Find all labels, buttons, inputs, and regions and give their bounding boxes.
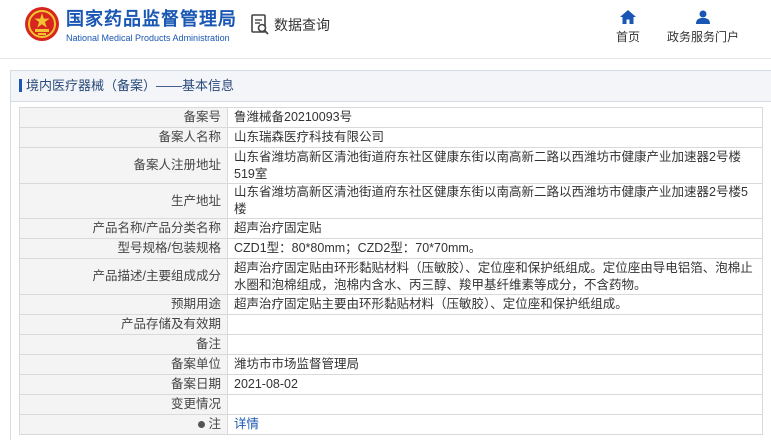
detail-key-label: 备案人名称 [158,130,221,144]
detail-key: 备案单位 [19,354,228,375]
detail-row: 产品名称/产品分类名称 超声治疗固定贴 [19,218,763,239]
detail-key-label: 生产地址 [170,193,221,208]
detail-key: 注 [19,414,228,435]
detail-row: 备案日期 2021-08-02 [19,374,763,395]
detail-key: 型号规格/包装规格 [19,238,228,259]
breadcrumb: 境内医疗器械（备案）——基本信息 [11,71,771,102]
detail-value: 超声治疗固定贴主要由环形黏贴材料（压敏胶）、定位座和保护纸组成。 [227,294,763,315]
pin-icon [198,421,206,428]
brand-title: 国家药品监督管理局 [66,9,237,29]
data-query-link[interactable]: 数据查询 [250,14,330,36]
detail-key: 预期用途 [19,294,228,315]
detail-key-label: 产品描述/主要组成成分 [92,269,221,283]
brand[interactable]: 国家药品监督管理局 National Medical Products Admi… [66,9,237,44]
detail-key-label: 备注 [195,337,221,351]
detail-value-text: 鲁潍械备20210093号 [234,110,353,124]
detail-key-label: 产品名称/产品分类名称 [92,221,221,235]
detail-value-text: 超声治疗固定贴由环形黏贴材料（压敏胶）、定位座和保护纸组成。定位座由导电铝箔、泡… [234,260,753,292]
detail-panel: 境内医疗器械（备案）——基本信息 备案号 鲁潍械备20210093号 备案人名称 山东… [10,70,771,440]
detail-row: 产品描述/主要组成成分 超声治疗固定贴由环形黏贴材料（压敏胶）、定位座和保护纸组成… [19,258,763,295]
nav-home[interactable]: 首页 [608,10,648,45]
detail-key-label: 预期用途 [170,297,221,311]
brand-subtitle: National Medical Products Administration [66,33,230,43]
national-emblem-icon [25,7,59,41]
detail-key: 变更情况 [19,394,228,415]
nav-portal-label: 政务服务门户 [666,30,739,44]
detail-key-label: 变更情况 [170,397,221,411]
document-search-icon [251,14,269,35]
detail-value: 山东省潍坊高新区清池街道府东社区健康东街以南高新二路以西潍坊市健康产业加速器2号… [227,147,763,184]
detail-key: 备注 [19,334,228,355]
detail-row: 备案人名称 山东瑞森医疗科技有限公司 [19,127,763,148]
user-icon [696,10,710,24]
detail-key: 产品存储及有效期 [19,314,228,335]
detail-key: 产品名称/产品分类名称 [19,218,228,239]
detail-key-label: 产品存储及有效期 [120,317,221,331]
detail-key: 备案人名称 [19,127,228,148]
detail-value: 潍坊市市场监督管理局 [227,354,763,375]
detail-value: 鲁潍械备20210093号 [227,107,763,128]
data-query-label: 数据查询 [274,17,330,33]
detail-value: 2021-08-02 [227,374,763,395]
detail-key: 备案日期 [19,374,228,395]
detail-value [227,394,763,415]
detail-row: 变更情况 [19,394,763,415]
detail-value [227,314,763,335]
nav-service-portal[interactable]: 政务服务门户 [662,10,744,45]
detail-value-text: 潍坊市市场监督管理局 [234,357,360,371]
detail-value-text: CZD1型：80*80mm；CZD2型：70*70mm。 [234,241,482,255]
detail-key-label: 备案日期 [170,377,221,391]
breadcrumb-text: 境内医疗器械（备案）——基本信息 [26,78,235,93]
detail-value: 山东瑞森医疗科技有限公司 [227,127,763,148]
detail-row: 备案号 鲁潍械备20210093号 [19,107,763,128]
detail-key-label: 注 [208,417,221,431]
detail-key: 备案号 [19,107,228,128]
title-bar-marker [19,79,22,92]
detail-key-label: 备案号 [183,110,221,124]
detail-value-text: 超声治疗固定贴 [234,221,322,235]
detail-row: 备案人注册地址 山东省潍坊高新区清池街道府东社区健康东街以南高新二路以西潍坊市健康… [19,147,763,184]
detail-value: 山东省潍坊高新区清池街道府东社区健康东街以南高新二路以西潍坊市健康产业加速器2号… [227,183,763,219]
detail-key-label: 备案单位 [170,357,221,371]
detail-key-label: 型号规格/包装规格 [117,241,221,255]
detail-value: 超声治疗固定贴由环形黏贴材料（压敏胶）、定位座和保护纸组成。定位座由导电铝箔、泡… [227,258,763,295]
detail-value: 超声治疗固定贴 [227,218,763,239]
detail-value: CZD1型：80*80mm；CZD2型：70*70mm。 [227,238,763,259]
home-icon [620,10,636,24]
detail-table: 备案号 鲁潍械备20210093号 备案人名称 山东瑞森医疗科技有限公司 备案人注册地址… [19,107,763,435]
detail-row: 产品存储及有效期 [19,314,763,335]
detail-value-text: 超声治疗固定贴主要由环形黏贴材料（压敏胶）、定位座和保护纸组成。 [234,297,628,311]
detail-row: 预期用途 超声治疗固定贴主要由环形黏贴材料（压敏胶）、定位座和保护纸组成。 [19,294,763,315]
detail-value: 详情 [227,414,763,435]
detail-value-text: 山东瑞森医疗科技有限公司 [234,130,385,144]
detail-row: 型号规格/包装规格 CZD1型：80*80mm；CZD2型：70*70mm。 [19,238,763,259]
site-header: 国家药品监督管理局 National Medical Products Admi… [0,0,771,59]
detail-row: 备注 [19,334,763,355]
detail-key-label: 备案人注册地址 [133,158,221,172]
detail-row: 注详情 [19,414,763,435]
details-link[interactable]: 详情 [234,417,259,431]
detail-value [227,334,763,355]
nav-home-label: 首页 [615,30,640,44]
detail-value-text: 2021-08-02 [234,377,298,391]
detail-row: 生产地址 山东省潍坊高新区清池街道府东社区健康东街以南高新二路以西潍坊市健康产业加… [19,183,763,219]
detail-key: 产品描述/主要组成成分 [19,258,228,295]
detail-key: 生产地址 [19,183,228,219]
detail-value-text: 山东省潍坊高新区清池街道府东社区健康东街以南高新二路以西潍坊市健康产业加速器2号… [234,149,741,181]
detail-key: 备案人注册地址 [19,147,228,184]
detail-value-text: 山东省潍坊高新区清池街道府东社区健康东街以南高新二路以西潍坊市健康产业加速器2号… [234,185,748,216]
detail-row: 备案单位 潍坊市市场监督管理局 [19,354,763,375]
